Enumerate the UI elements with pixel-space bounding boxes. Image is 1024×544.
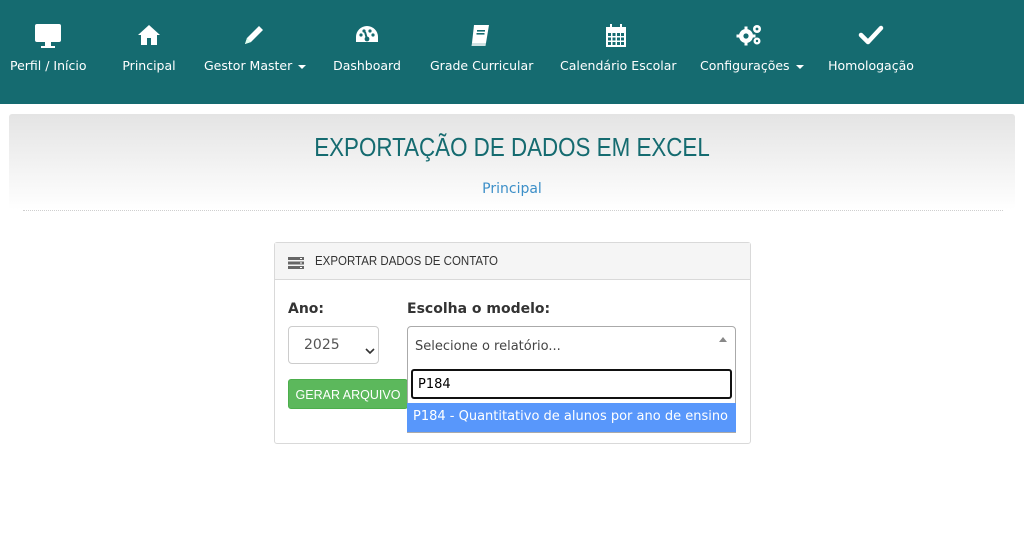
top-navbar: Perfil / Início Principal Gestor Master …	[0, 0, 1024, 104]
check-icon	[828, 22, 914, 52]
nav-label: Configurações	[700, 58, 790, 73]
panel-title: EXPORTAR DADOS DE CONTATO	[315, 254, 498, 268]
nav-grade-curricular[interactable]: Grade Curricular	[430, 22, 534, 82]
nav-homologacao[interactable]: Homologação	[828, 22, 914, 82]
nav-configuracoes[interactable]: Configurações	[700, 22, 804, 82]
dashboard-gauge-icon	[333, 22, 401, 52]
pencil-icon	[204, 22, 304, 52]
model-label: Escolha o modelo:	[407, 301, 551, 317]
year-select[interactable]: 2025	[288, 326, 379, 364]
nav-label: Gestor Master	[204, 58, 293, 73]
dropdown-option-p184[interactable]: P184 - Quantitativo de alunos por ano de…	[407, 403, 736, 432]
year-label: Ano:	[288, 301, 325, 317]
generate-file-button[interactable]: GERAR ARQUIVO	[288, 379, 408, 409]
model-select-placeholder: Selecione o relatório...	[415, 339, 561, 354]
chevron-down-icon	[795, 64, 804, 69]
panel-header: EXPORTAR DADOS DE CONTATO	[275, 243, 750, 280]
server-list-icon	[288, 256, 304, 274]
calendar-icon	[560, 22, 672, 52]
monitor-icon	[10, 22, 86, 52]
nav-label: Principal	[122, 58, 176, 73]
book-icon	[430, 22, 530, 52]
nav-label: Perfil / Início	[10, 58, 87, 73]
nav-gestor-master[interactable]: Gestor Master	[204, 22, 307, 82]
chevron-up-icon	[719, 337, 727, 342]
nav-perfil-inicio[interactable]: Perfil / Início	[10, 22, 87, 82]
nav-label: Homologação	[828, 58, 914, 73]
nav-label: Dashboard	[333, 58, 401, 73]
model-search-input[interactable]	[411, 369, 732, 399]
chevron-down-icon	[298, 64, 307, 69]
chevron-down-icon	[365, 343, 375, 359]
nav-label: Grade Curricular	[430, 58, 534, 73]
nav-principal[interactable]: Principal	[122, 22, 176, 82]
page-title: EXPORTAÇÃO DE DADOS EM EXCEL	[314, 132, 710, 162]
nav-dashboard[interactable]: Dashboard	[333, 22, 401, 82]
model-select[interactable]: Selecione o relatório...	[407, 326, 736, 365]
breadcrumb-principal[interactable]: Principal	[0, 181, 1024, 197]
year-select-value: 2025	[304, 337, 340, 353]
nav-calendario-escolar[interactable]: Calendário Escolar	[560, 22, 677, 82]
nav-label: Calendário Escolar	[560, 58, 677, 73]
gears-icon	[700, 22, 800, 52]
divider	[23, 210, 1003, 211]
home-icon	[122, 22, 176, 52]
